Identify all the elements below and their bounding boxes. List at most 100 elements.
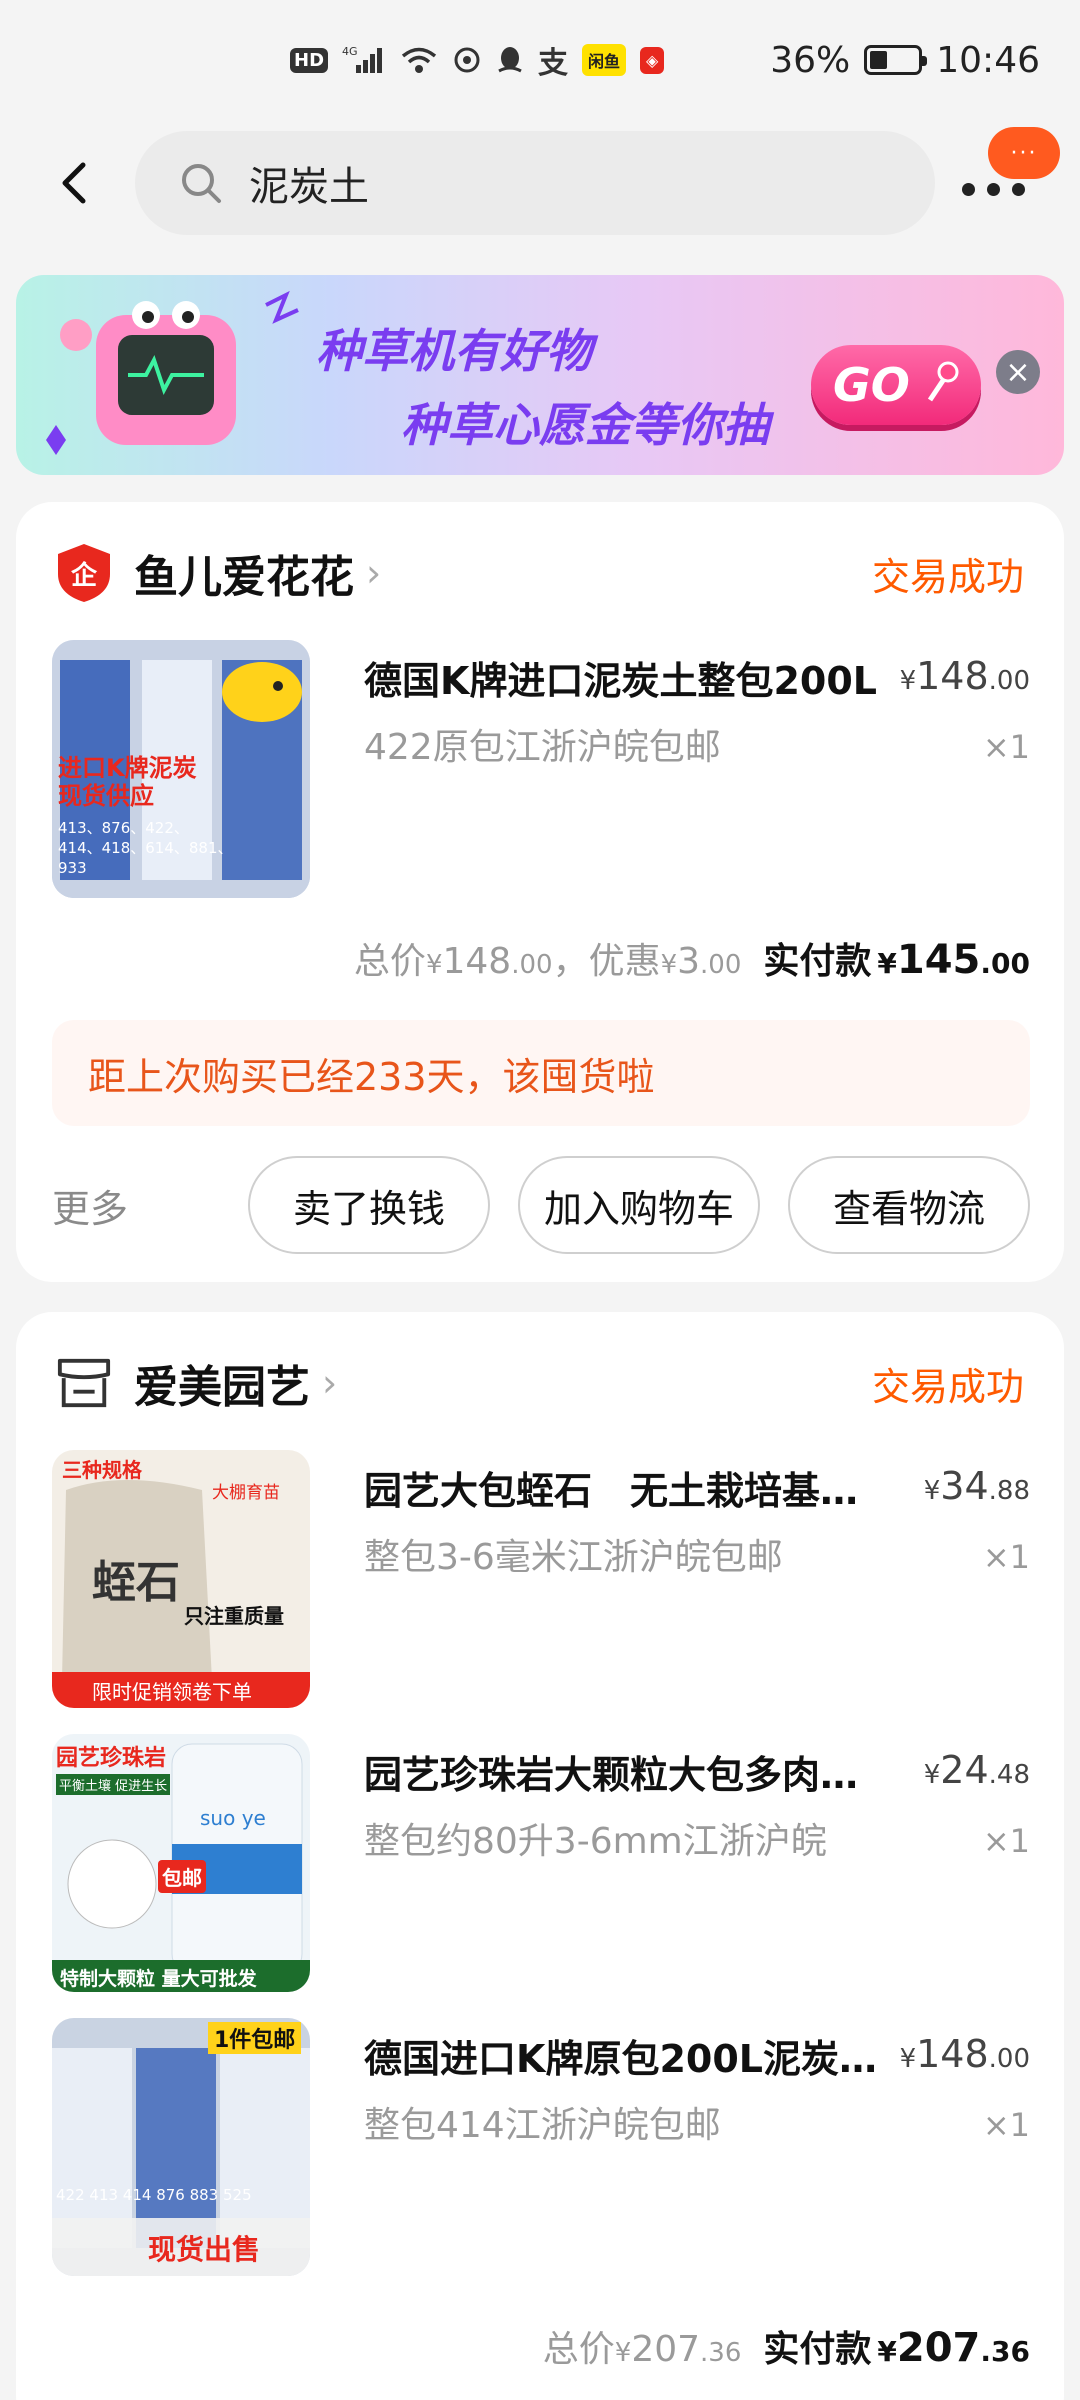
clock: 10:46 bbox=[936, 39, 1040, 81]
product-title[interactable]: 园艺珍珠岩大颗粒大包多肉… bbox=[364, 1744, 894, 1799]
status-right: 36% 10:46 bbox=[770, 40, 1040, 81]
order-card[interactable]: 爱美园艺 › 交易成功 三种规格 大棚育苗 蛭石 只注重质量 限时促销领卷下单 … bbox=[16, 1312, 1064, 2400]
battery-icon bbox=[864, 45, 928, 75]
thumb-caption: 422 413 414 876 883 525 bbox=[56, 2186, 252, 2204]
svg-text:4G: 4G bbox=[342, 45, 358, 58]
thumb-caption: 限时促销领卷下单 bbox=[92, 1680, 252, 1704]
search-icon bbox=[182, 163, 221, 203]
thumb-caption: 414、418、614、881、 bbox=[58, 839, 233, 857]
more-menu-button[interactable]: ··· bbox=[950, 125, 1060, 240]
wifi-icon bbox=[400, 45, 438, 75]
joystick-icon bbox=[927, 361, 959, 402]
close-icon: × bbox=[1005, 354, 1031, 390]
product-price: ¥34.88 bbox=[923, 1464, 1030, 1508]
shop-header[interactable]: 企 鱼儿爱花花 › 交易成功 bbox=[56, 532, 1024, 614]
product-thumbnail[interactable]: 进口K牌泥炭 现货供应 413、876、422、 414、418、614、881… bbox=[52, 640, 310, 898]
chevron-right-icon: › bbox=[322, 1361, 338, 1405]
banner-line-1: 种草机有好物 bbox=[316, 324, 592, 378]
search-bar[interactable] bbox=[135, 130, 935, 235]
add-to-cart-button[interactable]: 加入购物车 bbox=[518, 1156, 760, 1254]
alipay-icon: 支 bbox=[538, 46, 569, 81]
product-quantity: ×1 bbox=[982, 728, 1030, 766]
thumb-caption: 园艺珍珠岩 bbox=[56, 1746, 167, 1771]
product-sku: 整包414江浙沪皖包邮 bbox=[364, 2105, 721, 2146]
order-status: 交易成功 bbox=[871, 554, 1024, 599]
resell-button[interactable]: 卖了换钱 bbox=[248, 1156, 490, 1254]
robot-mascot-icon bbox=[46, 290, 299, 455]
thumb-caption: 包邮 bbox=[158, 1860, 206, 1893]
product-thumbnail[interactable]: 园艺珍珠岩 平衡土壤 促进生长 suo ye 包邮 特制大颗粒 量大可批发 bbox=[52, 1734, 310, 1992]
product-sku: 422原包江浙沪皖包邮 bbox=[364, 727, 721, 768]
message-notification-badge[interactable]: ··· bbox=[988, 127, 1060, 179]
paid-label: 实付款 bbox=[763, 941, 872, 982]
app-badge-icon: ◈ bbox=[640, 46, 665, 74]
more-actions-link[interactable]: 更多 bbox=[52, 1178, 128, 1233]
go-label: GO bbox=[833, 358, 910, 412]
product-quantity: ×1 bbox=[982, 2106, 1030, 2144]
svg-text:企: 企 bbox=[71, 560, 98, 591]
order-item[interactable]: 三种规格 大棚育苗 蛭石 只注重质量 限时促销领卷下单 园艺大包蛭石 无土栽培基… bbox=[52, 1450, 1030, 1710]
battery-percent: 36% bbox=[770, 39, 851, 81]
thumb-caption: 蛭石 bbox=[92, 1557, 180, 1608]
paid-label: 实付款 bbox=[763, 2329, 872, 2370]
search-input[interactable] bbox=[249, 159, 849, 206]
order-item[interactable]: 1件包邮 422 413 414 876 883 525 现货出售 德国进口K牌… bbox=[52, 2018, 1030, 2278]
thumb-caption: 只注重质量 bbox=[184, 1604, 284, 1628]
product-title[interactable]: 园艺大包蛭石 无土栽培基质… bbox=[364, 1460, 894, 1515]
xianyu-app-icon: 闲鱼 bbox=[582, 44, 627, 76]
chevron-left-icon bbox=[62, 162, 86, 203]
status-bar: HD 4G 支 闲鱼 ◈ 36% 10:46 bbox=[0, 0, 1080, 120]
order-total: 总价 ¥207.36 实付款 ¥207.36 bbox=[543, 2320, 1030, 2372]
shop-name[interactable]: 鱼儿爱花花 bbox=[134, 541, 354, 605]
top-nav: ··· bbox=[0, 125, 1080, 240]
thumb-caption: 特制大颗粒 量大可批发 bbox=[60, 1968, 257, 1990]
shop-header[interactable]: 爱美园艺 › 交易成功 bbox=[56, 1342, 1024, 1424]
chevron-right-icon: › bbox=[366, 551, 382, 595]
restock-reminder[interactable]: 距上次购买已经233天，该囤货啦 bbox=[52, 1020, 1030, 1126]
product-quantity: ×1 bbox=[982, 1822, 1030, 1860]
hd-icon: HD bbox=[290, 47, 329, 73]
thumb-caption: suo ye bbox=[200, 1806, 266, 1830]
thumb-caption: 933 bbox=[58, 859, 87, 877]
product-price: ¥24.48 bbox=[923, 1748, 1030, 1792]
close-banner-button[interactable]: × bbox=[996, 350, 1040, 394]
order-card[interactable]: 企 鱼儿爱花花 › 交易成功 进口K牌泥炭 现货供应 413、876、422、 … bbox=[16, 502, 1064, 1282]
store-icon bbox=[56, 1355, 112, 1411]
order-total: 总价 ¥148.00 ，优惠 ¥3.00 实付款 ¥145.00 bbox=[354, 932, 1030, 984]
paid-amount: 145 bbox=[896, 937, 981, 983]
thumb-caption: 1件包邮 bbox=[208, 2022, 302, 2054]
signal-icon: 4G bbox=[342, 45, 386, 75]
product-title[interactable]: 德国进口K牌原包200L泥炭… bbox=[364, 2028, 894, 2083]
product-sku: 整包约80升3-6mm江浙沪皖 bbox=[364, 1821, 827, 1862]
order-item[interactable]: 园艺珍珠岩 平衡土壤 促进生长 suo ye 包邮 特制大颗粒 量大可批发 园艺… bbox=[52, 1734, 1030, 1994]
paid-amount: 207 bbox=[896, 2325, 981, 2371]
shop-name[interactable]: 爱美园艺 bbox=[134, 1351, 310, 1415]
thumb-caption: 进口K牌泥炭 bbox=[58, 754, 197, 782]
thumb-caption: 平衡土壤 促进生长 bbox=[56, 1774, 171, 1795]
order-item[interactable]: 进口K牌泥炭 现货供应 413、876、422、 414、418、614、881… bbox=[52, 640, 1030, 900]
product-price: ¥148.00 bbox=[899, 2032, 1030, 2076]
product-quantity: ×1 bbox=[982, 1538, 1030, 1576]
banner-go-button[interactable]: GO bbox=[811, 345, 981, 425]
product-thumbnail[interactable]: 1件包邮 422 413 414 876 883 525 现货出售 bbox=[52, 2018, 310, 2276]
promo-banner[interactable]: 种草机有好物 种草心愿金等你抽 GO × bbox=[16, 275, 1064, 475]
product-title[interactable]: 德国K牌进口泥炭土整包200L bbox=[364, 650, 894, 705]
enterprise-shield-icon: 企 bbox=[56, 544, 112, 602]
thumb-caption: 现货出售 bbox=[148, 2233, 261, 2266]
thumb-caption: 大棚育苗 bbox=[212, 1483, 280, 1503]
product-thumbnail[interactable]: 三种规格 大棚育苗 蛭石 只注重质量 限时促销领卷下单 bbox=[52, 1450, 310, 1708]
view-logistics-button[interactable]: 查看物流 bbox=[788, 1156, 1030, 1254]
status-icons: HD 4G 支 闲鱼 ◈ bbox=[290, 38, 665, 82]
banner-text: 种草机有好物 种草心愿金等你抽 bbox=[316, 315, 769, 455]
thumb-caption: 413、876、422、 bbox=[58, 819, 189, 837]
thumb-caption: 现货供应 bbox=[58, 782, 154, 810]
product-sku: 整包3-6毫米江浙沪皖包邮 bbox=[364, 1537, 783, 1578]
thumb-caption: 三种规格 bbox=[62, 1458, 142, 1482]
product-price: ¥148.00 bbox=[899, 654, 1030, 698]
order-status: 交易成功 bbox=[871, 1364, 1024, 1409]
order-actions: 更多 卖了换钱 加入购物车 查看物流 bbox=[52, 1156, 1030, 1254]
qq-icon bbox=[496, 45, 524, 75]
banner-line-2: 种草心愿金等你抽 bbox=[401, 398, 769, 452]
back-button[interactable] bbox=[30, 138, 120, 228]
hotspot-icon bbox=[452, 45, 482, 75]
